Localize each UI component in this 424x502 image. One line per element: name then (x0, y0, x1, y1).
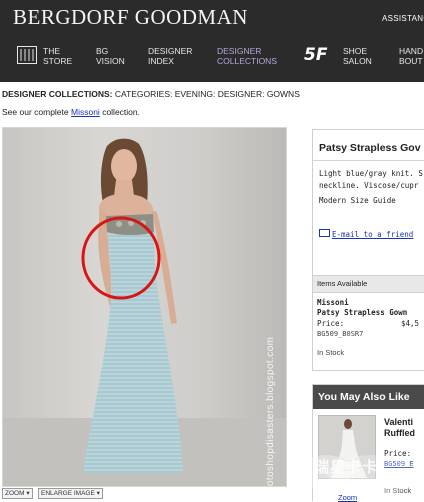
chevron-down-icon: ▾ (96, 490, 100, 497)
intro-text: See our complete (2, 107, 69, 117)
also-like-title: You May Also Like (318, 391, 410, 403)
nav-designer-collections[interactable]: DESIGNER COLLECTIONS (217, 46, 277, 66)
nav-label: SHOE (343, 46, 368, 56)
nav-label: INDEX (148, 56, 174, 66)
zoom-button[interactable]: ZOOM ▾ (2, 488, 33, 499)
nav-label: COLLECTIONS (217, 56, 277, 66)
nav-label: DESIGNER (217, 46, 262, 56)
breadcrumb-path[interactable]: CATEGORIES: EVENING: DESIGNER: GOWNS (115, 89, 300, 99)
corner-watermark-text: 瑞星卡卡 (314, 458, 379, 476)
corner-watermark-url: www.ikaka.com (341, 476, 397, 485)
enlarge-image-button[interactable]: ENLARGE IMAGE ▾ (38, 488, 103, 499)
item-price-label: Price: (317, 319, 345, 328)
nav-bg-vision[interactable]: BG VISION (96, 46, 125, 66)
nav-label: THE (43, 46, 60, 56)
missoni-link[interactable]: Missoni (71, 107, 100, 117)
fifth-floor-logo[interactable]: 5F (304, 45, 327, 65)
nav-designer-index[interactable]: DESIGNER INDEX (148, 46, 192, 66)
item-name: Patsy Strapless Gown (317, 308, 408, 317)
email-label: E-mail to a friend (332, 230, 414, 239)
description-line: Light blue/gray knit. S (319, 169, 423, 178)
product-description: Light blue/gray knit. S neckline. Viscos… (319, 168, 423, 192)
nav-label: STORE (43, 56, 73, 66)
collection-intro: See our complete Missoni collection. (2, 107, 140, 117)
recommended-name-line: Valenti (384, 417, 414, 427)
also-like-header: You May Also Like (313, 385, 424, 409)
nav-handbag-boutique[interactable]: HAND BOUT (399, 46, 423, 66)
zoom-label: ZOOM (5, 490, 25, 497)
item-brand: Missoni (317, 298, 349, 307)
product-image[interactable]: photoshopdisasters.blogspot.com (2, 127, 287, 487)
site-logo[interactable]: BERGDORF GOODMAN (13, 5, 248, 30)
item-sku: BG509_B0SR7 (317, 330, 364, 338)
model-illustration (3, 138, 286, 486)
intro-text: collection. (102, 107, 140, 117)
size-guide-link[interactable]: Modern Size Guide (319, 196, 396, 205)
email-friend-link[interactable]: E-mail to a friend (319, 229, 413, 239)
envelope-icon (319, 229, 330, 237)
recommended-name-line: Ruffled (384, 428, 415, 438)
breadcrumb: DESIGNER COLLECTIONS: CATEGORIES: EVENIN… (2, 89, 300, 99)
enlarge-label: ENLARGE IMAGE (41, 490, 95, 497)
item-stock-status: In Stock (317, 348, 345, 357)
main-nav: THE STORE BG VISION DESIGNER INDEX DESIG… (0, 40, 424, 72)
item-price: $4,5 (401, 319, 420, 328)
nav-shoe-salon[interactable]: SHOE SALON (343, 46, 372, 66)
nav-label: VISION (96, 56, 125, 66)
chevron-down-icon: ▾ (26, 490, 30, 497)
description-line: neckline. Viscose/cupr (319, 181, 419, 190)
nav-label: SALON (343, 56, 372, 66)
nav-label: BOUT (399, 56, 423, 66)
breadcrumb-prefix[interactable]: DESIGNER COLLECTIONS: (2, 89, 113, 99)
items-available-label: Items Available (317, 279, 368, 288)
divider (313, 160, 424, 161)
store-icon (17, 46, 37, 64)
product-title: Patsy Strapless Gov (319, 142, 421, 154)
items-available-bar: Items Available (313, 275, 424, 293)
nav-the-store[interactable]: THE STORE (43, 46, 72, 66)
nav-label: BG (96, 46, 109, 56)
recommended-name[interactable]: Valenti Ruffled (384, 417, 415, 439)
image-watermark: photoshopdisasters.blogspot.com (265, 336, 276, 487)
assistance-link[interactable]: ASSISTANC (382, 14, 424, 23)
product-detail-panel: Patsy Strapless Gov Light blue/gray knit… (312, 129, 424, 371)
site-header: BERGDORF GOODMAN ASSISTANC THE STORE BG … (0, 0, 424, 82)
nav-label: DESIGNER (148, 46, 193, 56)
nav-label: HAND (399, 46, 424, 56)
